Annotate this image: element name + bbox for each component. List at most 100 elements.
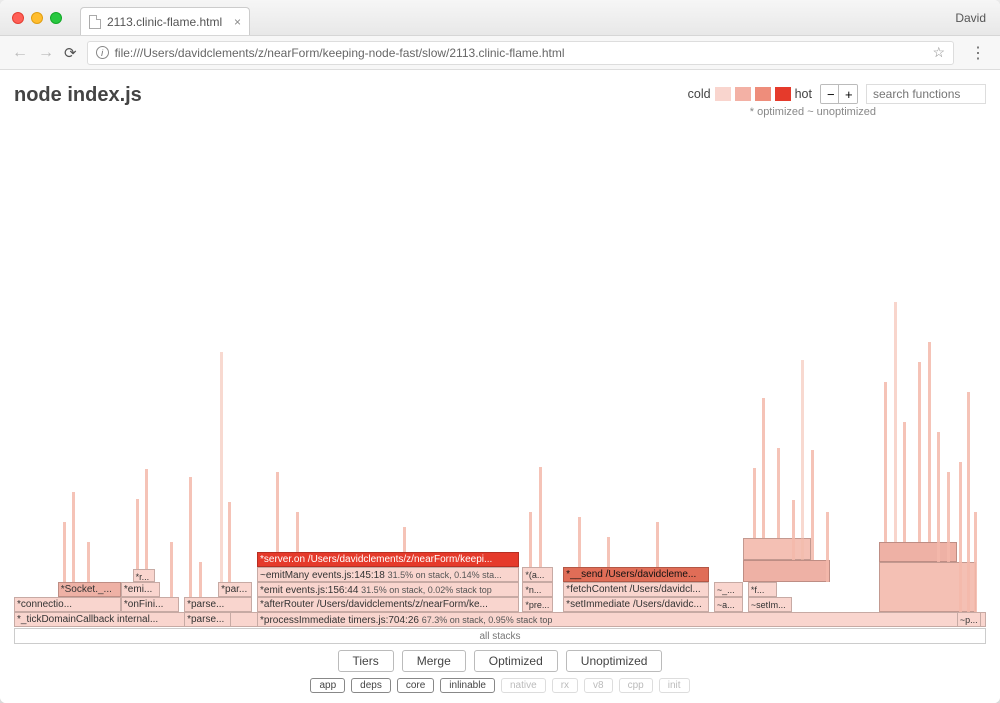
flame-spike <box>136 499 139 569</box>
close-tab-icon[interactable]: × <box>234 15 241 29</box>
forward-icon: → <box>38 44 54 62</box>
flame-frame[interactable] <box>743 560 830 582</box>
zoom-in-button[interactable]: + <box>839 85 857 103</box>
flame-frame[interactable]: *emi... <box>121 582 160 597</box>
url-box[interactable]: i file:///Users/davidclements/z/nearForm… <box>87 41 954 65</box>
flame-spike <box>974 512 977 612</box>
flame-frame[interactable]: *Socket._... <box>58 582 121 597</box>
flame-spike <box>801 360 804 560</box>
menu-icon[interactable]: ⋮ <box>964 43 992 63</box>
frame-note: 31.5% on stack, 0.14% sta... <box>388 570 502 580</box>
frame-label: ~_... <box>717 585 735 595</box>
chip-cpp[interactable]: cpp <box>619 678 653 693</box>
flame-spike <box>753 468 756 538</box>
flame-frame[interactable]: *__send /Users/davidcleme... <box>563 567 709 582</box>
flame-frame[interactable]: *afterRouter /Users/davidclements/z/near… <box>257 597 519 612</box>
flame-frame[interactable]: *r... <box>133 569 155 582</box>
flame-spike <box>894 302 897 542</box>
flame-frame[interactable]: ~p... <box>957 612 981 627</box>
chip-init[interactable]: init <box>659 678 690 693</box>
flame-frame[interactable]: ~a... <box>714 597 743 612</box>
browser-tab[interactable]: 2113.clinic-flame.html × <box>80 7 250 35</box>
profile-name[interactable]: David <box>941 11 1000 25</box>
search-input[interactable] <box>866 84 986 104</box>
flame-frame[interactable]: *connectio... <box>14 597 121 612</box>
file-icon <box>89 15 101 29</box>
close-window-icon[interactable] <box>12 12 24 24</box>
flame-spike <box>937 432 940 562</box>
flame-frame[interactable]: *server.on /Users/davidclements/z/nearFo… <box>257 552 519 567</box>
chip-rx[interactable]: rx <box>552 678 578 693</box>
flame-spike <box>145 469 148 569</box>
flame-frame[interactable]: *emit events.js:156:44 31.5% on stack, 0… <box>257 582 519 597</box>
flame-spike <box>826 512 829 582</box>
flame-frame[interactable]: *parse... <box>184 597 252 612</box>
flame-frame[interactable]: *fetchContent /Users/davidcl... <box>563 582 709 597</box>
flame-frame[interactable]: *processImmediate timers.js:704:26 67.3%… <box>257 612 986 627</box>
page-title: node index.js <box>14 84 142 107</box>
unoptimized-button[interactable]: Unoptimized <box>566 650 663 672</box>
flame-frame[interactable]: *n... <box>522 582 553 597</box>
flame-frame[interactable]: *f... <box>748 582 777 597</box>
flame-graph[interactable]: *_tickDomainCallback internal... *connec… <box>14 122 986 644</box>
address-bar: ← → ⟳ i file:///Users/davidclements/z/ne… <box>0 36 1000 70</box>
maximize-window-icon[interactable] <box>50 12 62 24</box>
reload-icon[interactable]: ⟳ <box>64 44 77 62</box>
flame-spike <box>811 450 814 560</box>
heat-swatch-1 <box>715 87 731 101</box>
heat-swatch-3 <box>755 87 771 101</box>
flame-spike <box>884 382 887 542</box>
flame-spike <box>762 398 765 538</box>
flame-spike <box>189 477 192 597</box>
flame-spike <box>87 542 90 582</box>
frame-label: *_tickDomainCallback internal... <box>17 614 158 625</box>
heat-legend: cold hot − + <box>688 84 986 104</box>
frame-label: *connectio... <box>17 599 72 610</box>
frame-label: *emit events.js:156:44 <box>260 585 358 596</box>
flame-spike <box>928 342 931 542</box>
frame-label: *r... <box>136 572 150 582</box>
flame-frame[interactable]: *(a... <box>522 567 553 582</box>
flame-frame[interactable]: *setImmediate /Users/davidc... <box>563 597 709 612</box>
flame-frame[interactable]: ~emitMany events.js:145:18 31.5% on stac… <box>257 567 519 582</box>
minimize-window-icon[interactable] <box>31 12 43 24</box>
chip-native[interactable]: native <box>501 678 546 693</box>
flame-frame[interactable]: ~_... <box>714 582 743 597</box>
flame-frame[interactable]: *par... <box>218 582 252 597</box>
flame-frame[interactable]: *pre... <box>522 597 553 612</box>
optimized-button[interactable]: Optimized <box>474 650 558 672</box>
flame-spike <box>403 527 406 552</box>
flame-frame[interactable]: *parse... <box>184 612 231 627</box>
chip-v8[interactable]: v8 <box>584 678 613 693</box>
tab-title: 2113.clinic-flame.html <box>107 15 222 29</box>
info-icon[interactable]: i <box>96 46 109 59</box>
flame-spike <box>947 472 950 562</box>
all-stacks-bar[interactable]: all stacks <box>14 628 986 644</box>
chip-deps[interactable]: deps <box>351 678 391 693</box>
nav-arrows: ← → <box>12 44 54 62</box>
frame-label: ~a... <box>717 600 735 610</box>
heat-swatch-2 <box>735 87 751 101</box>
flame-spike <box>539 467 542 567</box>
frame-label: *fetchContent /Users/davidcl... <box>566 584 701 595</box>
chip-inlinable[interactable]: inlinable <box>440 678 495 693</box>
frame-label: *processImmediate timers.js:704:26 <box>260 615 419 626</box>
zoom-out-button[interactable]: − <box>821 85 839 103</box>
page-header: node index.js cold hot − + * optimized ~… <box>14 84 986 118</box>
tiers-button[interactable]: Tiers <box>338 650 394 672</box>
back-icon[interactable]: ← <box>12 44 28 62</box>
frame-label: ~p... <box>960 615 978 625</box>
merge-button[interactable]: Merge <box>402 650 466 672</box>
flame-frame[interactable] <box>879 542 957 562</box>
flame-spike <box>228 502 231 582</box>
legend-hot-label: hot <box>795 87 812 101</box>
traffic-lights <box>0 12 74 24</box>
flame-spike <box>220 352 223 582</box>
flame-frame[interactable]: ~setIm... <box>748 597 792 612</box>
chip-app[interactable]: app <box>310 678 345 693</box>
flame-spike <box>170 542 173 597</box>
flame-frame[interactable]: *onFini... <box>121 597 179 612</box>
bookmark-star-icon[interactable]: ☆ <box>932 44 945 61</box>
frame-label: ~setIm... <box>751 600 786 610</box>
chip-core[interactable]: core <box>397 678 434 693</box>
